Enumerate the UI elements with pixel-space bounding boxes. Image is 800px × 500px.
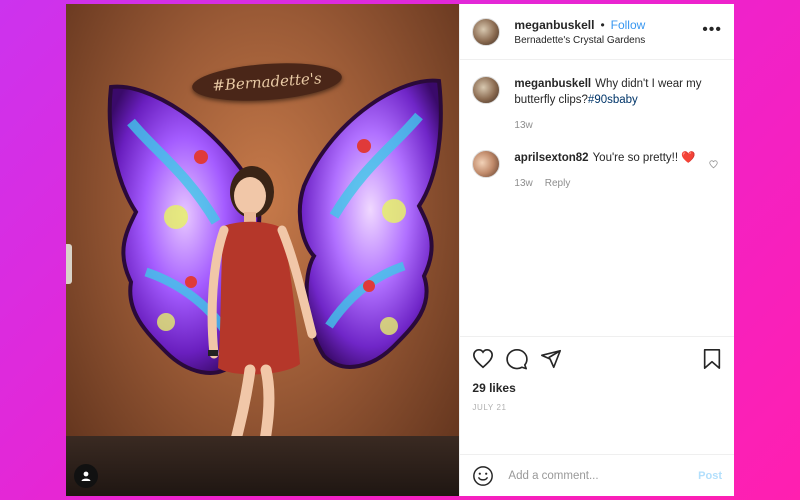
- comment-time: 13w: [514, 178, 533, 189]
- comment-body: meganbuskell Why didn't I wear my butterf…: [514, 76, 722, 134]
- wall-lamp: [66, 244, 72, 284]
- comment-icon[interactable]: [506, 348, 529, 370]
- bookmark-icon[interactable]: [702, 348, 722, 370]
- add-comment-bar: Post: [460, 454, 734, 496]
- avatar[interactable]: [472, 150, 501, 178]
- post-header-line: meganbuskell • Follow: [514, 18, 645, 32]
- comment-time: 13w: [514, 120, 533, 131]
- location-link[interactable]: Bernadette's Crystal Gardens: [514, 35, 645, 46]
- comment-input[interactable]: [506, 468, 699, 483]
- comment-meta: 13w Reply: [514, 176, 722, 192]
- like-comment-heart-icon[interactable]: [709, 156, 718, 174]
- caption-comment: meganbuskell Why didn't I wear my butterf…: [472, 76, 722, 134]
- hashtag-link[interactable]: #90sbaby: [588, 94, 638, 106]
- floor: [66, 436, 460, 496]
- emoji-icon[interactable]: [472, 465, 494, 487]
- separator-dot: •: [600, 17, 605, 32]
- post-comment-button[interactable]: Post: [698, 470, 722, 482]
- post-header-meta: meganbuskell • Follow Bernadette's Cryst…: [514, 18, 645, 46]
- comment-meta: 13w: [514, 118, 722, 134]
- comment-text: You're so pretty!! ❤️: [592, 152, 696, 164]
- likes-count[interactable]: 29 likes: [472, 381, 722, 395]
- comment-body: aprilsexton82 You're so pretty!! ❤️ 13w R…: [514, 150, 722, 192]
- comments-list: meganbuskell Why didn't I wear my butterf…: [460, 60, 734, 336]
- share-icon[interactable]: [540, 348, 562, 370]
- comment-username[interactable]: meganbuskell: [514, 78, 591, 90]
- more-horizontal-icon[interactable]: •••: [702, 22, 722, 38]
- instagram-post: #Bernadette's meganbuskell • Follow Bern…: [66, 4, 734, 496]
- post-side-panel: meganbuskell • Follow Bernadette's Cryst…: [460, 4, 734, 496]
- post-photo[interactable]: #Bernadette's: [66, 4, 461, 496]
- comment-username[interactable]: aprilsexton82: [514, 152, 588, 164]
- avatar[interactable]: [472, 76, 501, 104]
- comment-item: aprilsexton82 You're so pretty!! ❤️ 13w R…: [472, 150, 722, 192]
- post-header: meganbuskell • Follow Bernadette's Cryst…: [460, 4, 734, 60]
- post-actions: 29 likes JULY 21: [460, 336, 734, 454]
- heart-icon[interactable]: [472, 348, 494, 370]
- follow-button[interactable]: Follow: [611, 18, 646, 32]
- post-date: JULY 21: [472, 403, 507, 412]
- action-icons-row: [472, 347, 722, 371]
- avatar[interactable]: [472, 17, 501, 46]
- reply-button[interactable]: Reply: [545, 176, 571, 192]
- tagged-user-icon[interactable]: [74, 464, 98, 488]
- header-username[interactable]: meganbuskell: [514, 18, 594, 32]
